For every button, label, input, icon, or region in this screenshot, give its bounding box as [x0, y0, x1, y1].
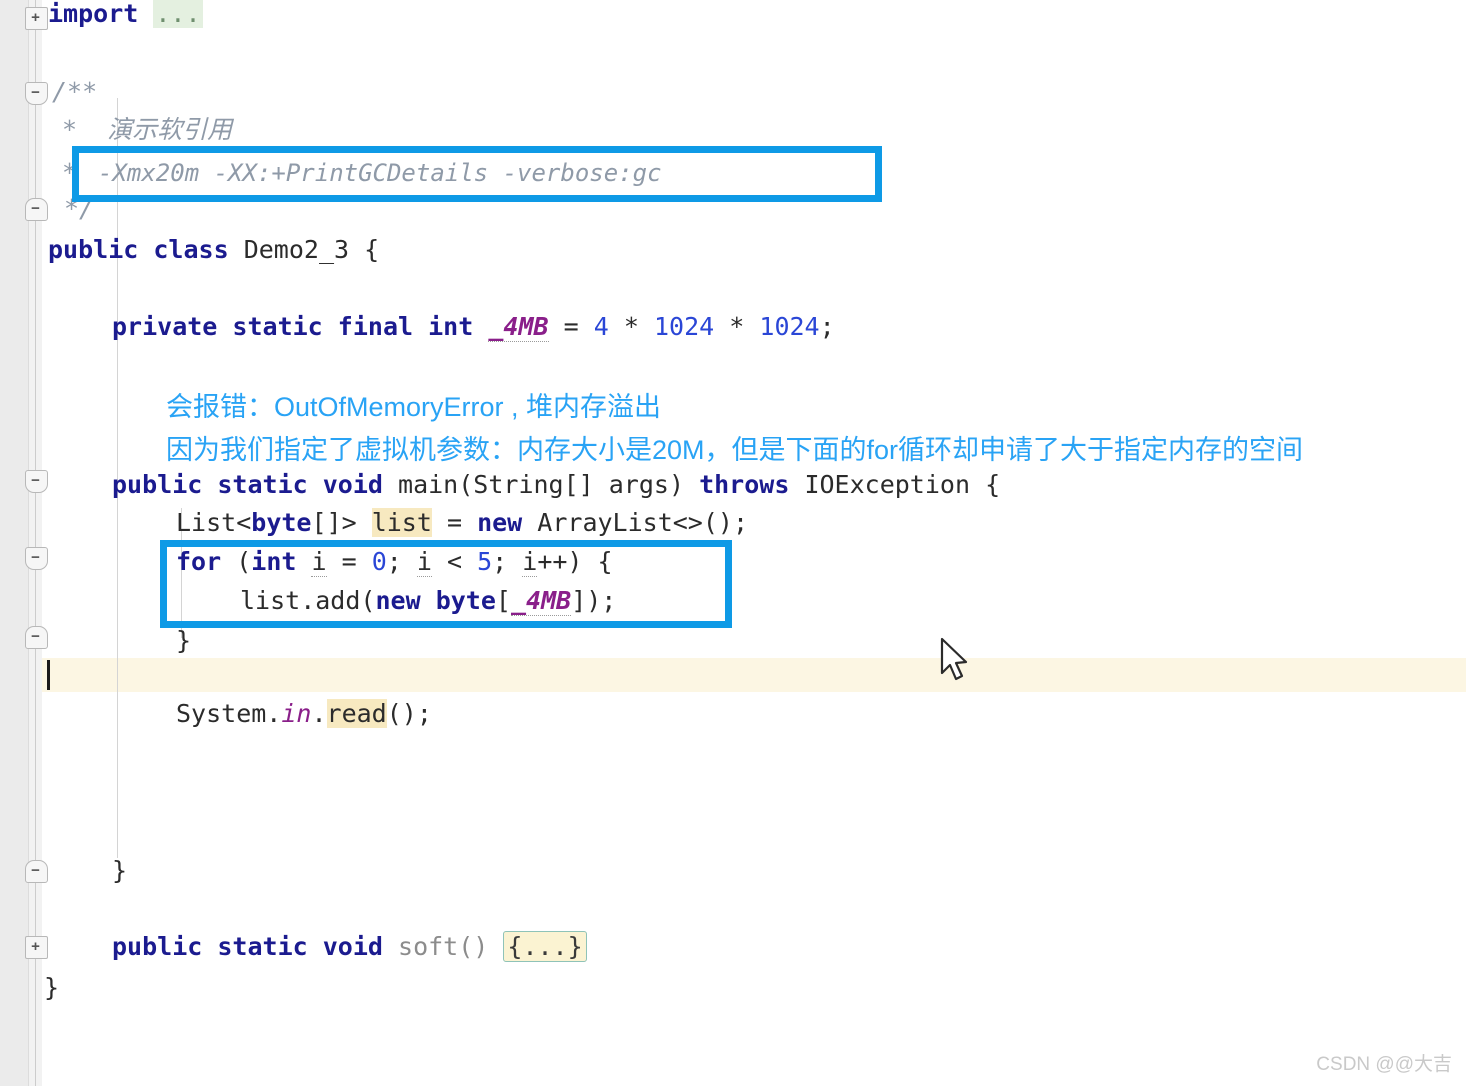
field-name-4mb: _4MB [488, 312, 549, 342]
minus-icon: − [31, 200, 40, 217]
comment-title-text: 演示软引用 [107, 115, 233, 144]
folded-method-body-soft[interactable]: {...} [503, 931, 587, 962]
fold-marker-for[interactable]: − [25, 547, 48, 570]
caret-line-highlight [0, 658, 1466, 692]
method-signature-main: main(String[] args) [398, 470, 685, 499]
fold-marker-javadoc-end[interactable]: − [25, 198, 48, 221]
code-line-main-decl[interactable]: public static void main(String[] args) t… [112, 468, 1000, 502]
keyword-final: final [337, 312, 414, 341]
highlight-box-vm-options [72, 146, 882, 202]
literal-1024-a: 1024 [654, 312, 715, 341]
text-caret [47, 660, 50, 690]
literal-1024-b: 1024 [759, 312, 820, 341]
keyword-class: class [153, 235, 229, 264]
keyword-static: static [232, 312, 323, 341]
highlight-box-for-loop [160, 540, 732, 628]
keyword-static: static [217, 470, 308, 499]
folded-imports-region[interactable]: ... [153, 0, 203, 28]
keyword-new: new [477, 508, 523, 537]
code-line-import[interactable]: import ... [48, 0, 203, 31]
code-line-class-close: } [44, 973, 60, 1002]
keyword-byte: byte [251, 508, 312, 537]
minus-icon: − [31, 862, 40, 879]
keyword-public: public [112, 470, 203, 499]
minus-icon: − [31, 84, 40, 101]
class-name: Demo2_3 [243, 235, 350, 264]
keyword-public: public [48, 235, 139, 264]
code-line-class-decl[interactable]: public class Demo2_3 { [48, 233, 379, 267]
keyword-private: private [112, 312, 218, 341]
minus-icon: − [31, 472, 40, 489]
comment-star: * [62, 115, 78, 144]
minus-icon: − [31, 549, 40, 566]
code-line-list-decl[interactable]: List<byte[]> list = new ArrayList<>(); [176, 506, 748, 540]
identifier-list: list [371, 508, 432, 537]
plus-icon: + [31, 938, 40, 955]
fold-rail-line [35, 0, 36, 1086]
fold-marker-main-end[interactable]: − [25, 860, 48, 883]
code-line-soft-decl[interactable]: public static void soft() {...} [112, 930, 587, 964]
plus-icon: + [31, 9, 40, 26]
code-line-system-in-read[interactable]: System.in.read(); [176, 697, 432, 731]
fold-marker-soft[interactable]: + [25, 936, 48, 959]
literal-4: 4 [593, 312, 609, 341]
code-line-main-close: } [112, 856, 128, 885]
minus-icon: − [31, 628, 40, 645]
fold-marker-for-end[interactable]: − [25, 626, 48, 649]
keyword-void: void [322, 470, 383, 499]
code-line-for-close: } [176, 626, 192, 655]
keyword-public: public [112, 932, 203, 961]
keyword-int: int [428, 312, 474, 341]
watermark-text: CSDN @@大吉 [1316, 1054, 1452, 1075]
keyword-void: void [322, 932, 383, 961]
fold-marker-javadoc[interactable]: − [25, 82, 48, 105]
fold-marker-main[interactable]: − [25, 470, 48, 493]
code-line-comment-title: * 演示软引用 [62, 113, 232, 147]
keyword-import: import [48, 0, 139, 28]
code-line-comment-open: /** [52, 77, 98, 106]
field-system-in: in [281, 699, 312, 728]
code-editor-screenshot: + − − − − − − + import ... /** * 演示软引用 *… [0, 0, 1466, 1086]
method-read: read [326, 699, 387, 728]
code-line-field-decl[interactable]: private static final int _4MB = 4 * 1024… [112, 310, 835, 344]
editor-gutter [0, 0, 29, 1086]
mouse-pointer-icon [938, 636, 972, 684]
fold-marker-import[interactable]: + [25, 7, 48, 30]
type-ioexception: IOException { [804, 470, 1001, 499]
annotation-line-2: 因为我们指定了虚拟机参数：内存大小是20M，但是下面的for循环却申请了大于指定… [166, 435, 1304, 465]
keyword-static: static [217, 932, 308, 961]
method-name-soft: soft() [398, 932, 489, 961]
annotation-line-1: 会报错：OutOfMemoryError , 堆内存溢出 [166, 392, 662, 422]
keyword-throws: throws [699, 470, 790, 499]
